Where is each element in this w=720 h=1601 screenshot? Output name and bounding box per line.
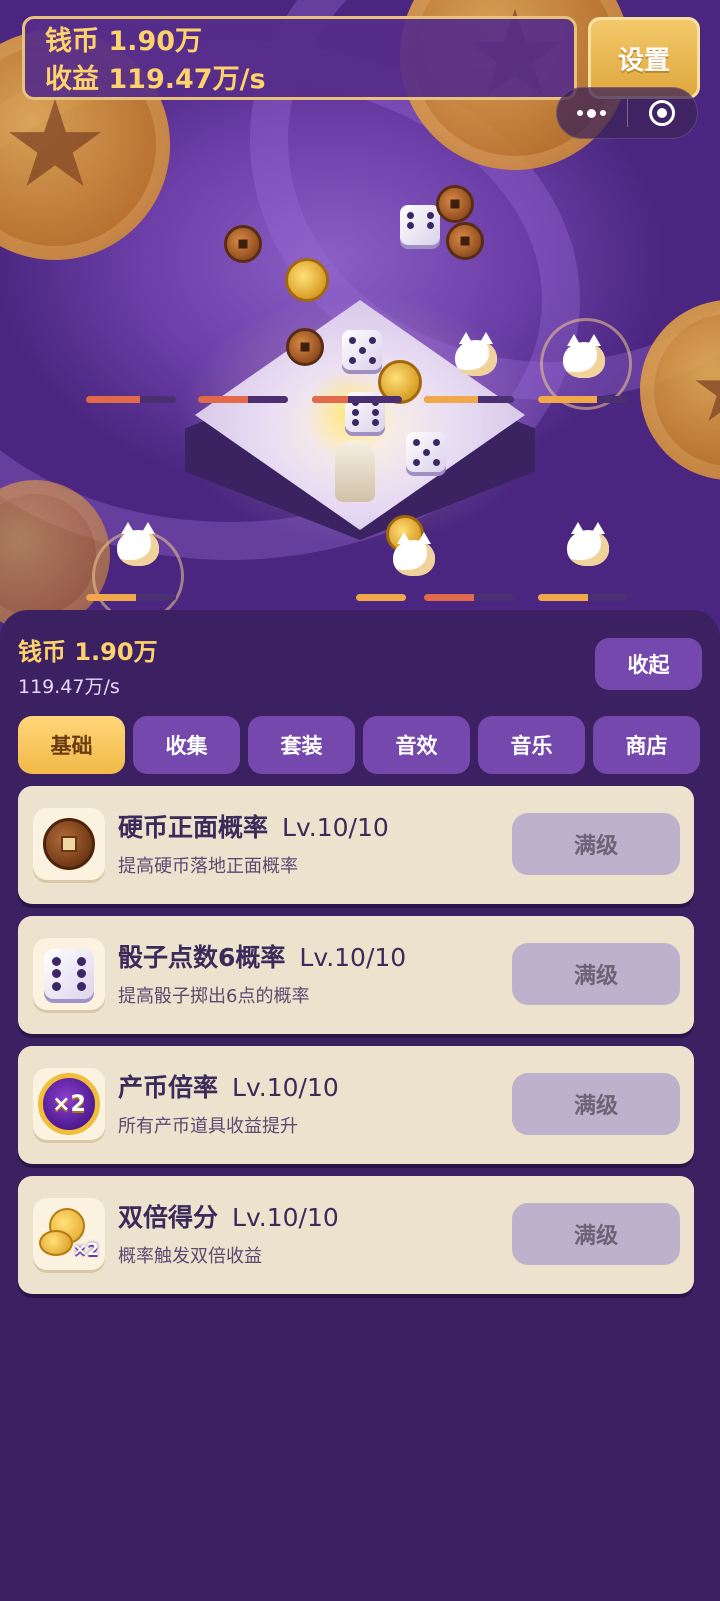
tab-outfits[interactable]: 套装: [248, 716, 355, 774]
gold-coin-icon: [39, 1230, 73, 1256]
upgrade-panel: 钱币 1.90万 119.47万/s 收起 基础 收集 套装 音效 音乐 商店 …: [0, 610, 720, 1601]
target-close-icon: [649, 100, 676, 126]
upgrade-name: 双倍得分: [118, 1203, 219, 1232]
upgrade-list: 硬币正面概率 Lv.10/10 提高硬币落地正面概率 满级 骰子点数6概率 Lv.1…: [18, 786, 694, 1294]
upgrade-name: 骰子点数6概率: [118, 943, 286, 972]
upgrade-description: 提高骰子掷出6点的概率: [118, 986, 310, 1007]
max-level-button[interactable]: 满级: [512, 813, 680, 875]
collapse-button[interactable]: 收起: [595, 638, 702, 690]
card-icon-frame: [33, 808, 105, 880]
copper-coin-icon: [436, 185, 474, 223]
upgrade-description: 概率触发双倍收益: [118, 1246, 262, 1267]
hud-coins: 钱币 1.90万: [45, 26, 203, 57]
x2-multiplier-icon: ×2: [38, 1073, 100, 1135]
cat-icon: [393, 532, 435, 576]
copper-coin-icon: [43, 818, 95, 870]
upgrade-title: 双倍得分 Lv.10/10: [118, 1198, 339, 1234]
dice-icon: [342, 330, 382, 370]
panel-rate: 119.47万/s: [18, 676, 120, 698]
upgrade-name: 硬币正面概率: [118, 813, 269, 842]
copper-coin-icon: [286, 328, 324, 366]
copper-coin-icon: [224, 225, 262, 263]
upgrade-level: Lv.10/10: [299, 943, 407, 972]
max-level-button[interactable]: 满级: [512, 1073, 680, 1135]
copper-coin-icon: [446, 222, 484, 260]
tab-basic[interactable]: 基础: [18, 716, 125, 774]
progress-bar: [198, 396, 288, 403]
cat-icon: [567, 522, 609, 566]
dice-icon: [400, 205, 440, 245]
double-coins-icon: ×2: [39, 1206, 99, 1262]
progress-bar: [312, 396, 402, 403]
cat-icon: [117, 522, 159, 566]
upgrade-level: Lv.10/10: [232, 1203, 339, 1232]
tab-collection[interactable]: 收集: [133, 716, 240, 774]
x2-badge: ×2: [72, 1240, 99, 1260]
gold-coin-icon: [285, 258, 329, 302]
progress-bar: [424, 396, 514, 403]
upgrade-card-dice-six: 骰子点数6概率 Lv.10/10 提高骰子掷出6点的概率 满级: [18, 916, 694, 1034]
max-level-button[interactable]: 满级: [512, 943, 680, 1005]
upgrade-title: 产币倍率 Lv.10/10: [118, 1068, 339, 1104]
card-icon-frame: ×2: [33, 1068, 105, 1140]
progress-bar: [424, 594, 514, 601]
upgrade-description: 提高硬币落地正面概率: [118, 856, 298, 877]
close-mini-program-button[interactable]: [628, 88, 698, 138]
hud-income: 收益 119.47万/s: [45, 64, 266, 95]
more-dots-icon: [577, 108, 607, 118]
mini-program-capsule: [556, 87, 698, 139]
max-level-button[interactable]: 满级: [512, 1203, 680, 1265]
card-icon-frame: [33, 938, 105, 1010]
upgrade-card-coin-rate: ×2 产币倍率 Lv.10/10 所有产币道具收益提升 满级: [18, 1046, 694, 1164]
card-icon-frame: ×2: [33, 1198, 105, 1270]
upgrade-name: 产币倍率: [118, 1073, 219, 1102]
upgrade-title: 骰子点数6概率 Lv.10/10: [118, 938, 406, 974]
dice-icon: [44, 949, 94, 999]
progress-bar: [86, 396, 176, 403]
sage-figure: [335, 440, 375, 502]
upgrade-level: Lv.10/10: [282, 813, 389, 842]
progress-bar: [538, 396, 628, 403]
dice-icon: [406, 432, 446, 472]
upgrade-description: 所有产币道具收益提升: [118, 1116, 298, 1137]
progress-bar: [356, 594, 406, 601]
cat-icon: [455, 332, 497, 376]
tab-sound[interactable]: 音效: [363, 716, 470, 774]
progress-bar: [86, 594, 176, 601]
tab-music[interactable]: 音乐: [478, 716, 585, 774]
upgrade-card-coin-heads: 硬币正面概率 Lv.10/10 提高硬币落地正面概率 满级: [18, 786, 694, 904]
panel-coins: 钱币 1.90万: [18, 638, 158, 666]
more-menu-button[interactable]: [557, 88, 627, 138]
upgrade-card-double-score: ×2 双倍得分 Lv.10/10 概率触发双倍收益 满级: [18, 1176, 694, 1294]
tab-bar: 基础 收集 套装 音效 音乐 商店: [18, 716, 702, 774]
upgrade-level: Lv.10/10: [232, 1073, 339, 1102]
upgrade-title: 硬币正面概率 Lv.10/10: [118, 808, 389, 844]
currency-hud: 钱币 1.90万 收益 119.47万/s: [22, 16, 577, 100]
progress-bar: [538, 594, 628, 601]
tab-shop[interactable]: 商店: [593, 716, 700, 774]
cat-icon: [563, 334, 605, 378]
